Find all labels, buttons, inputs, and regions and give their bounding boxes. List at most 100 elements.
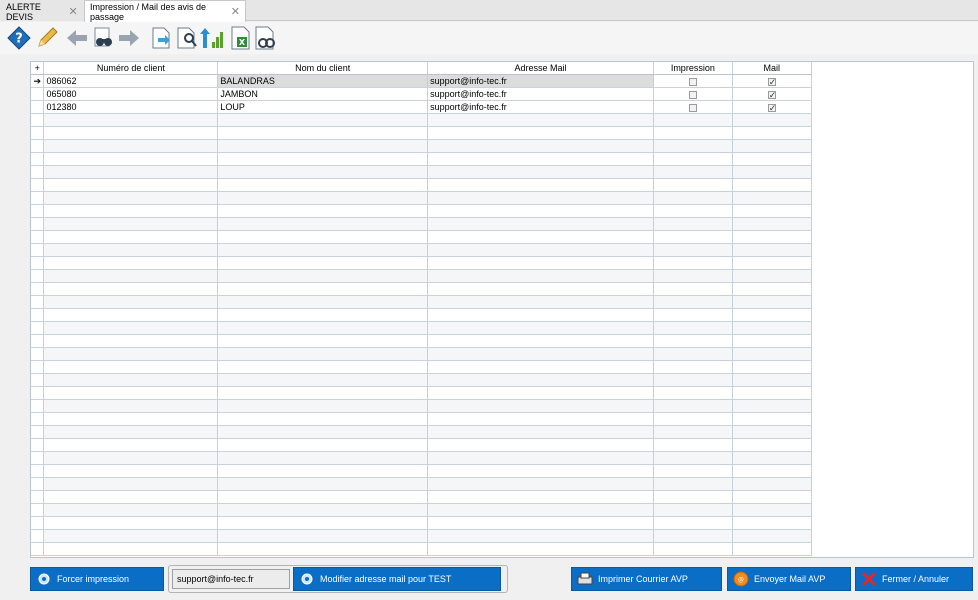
table-row[interactable]: 065080 JAMBON support@info-tec.fr (31, 87, 973, 101)
empty-cell (811, 386, 973, 400)
send-mail-label: Envoyer Mail AVP (754, 574, 826, 584)
force-print-label: Forcer impression (57, 574, 130, 584)
table-row[interactable]: ➔ 086062 BALANDRAS support@info-tec.fr (31, 74, 973, 88)
search-doc-icon[interactable] (174, 25, 200, 51)
empty-cell (653, 451, 733, 465)
red-cross-icon (860, 570, 878, 588)
impression-checkbox[interactable] (688, 90, 697, 99)
sort-icon[interactable] (198, 25, 224, 51)
empty-cell (732, 529, 812, 543)
cell-nom[interactable]: LOUP (217, 100, 429, 114)
empty-cell (811, 529, 973, 543)
table-row[interactable]: 012380 LOUP support@info-tec.fr (31, 100, 973, 114)
impression-checkbox[interactable] (688, 103, 697, 112)
export-doc-icon[interactable] (148, 25, 174, 51)
empty-cell (31, 269, 45, 283)
cell-mail[interactable]: support@info-tec.fr (427, 74, 654, 88)
grid-blank-area (811, 101, 973, 114)
empty-cell (427, 152, 654, 166)
close-icon[interactable]: ✕ (231, 5, 240, 18)
cell-numero[interactable]: 086062 (43, 74, 219, 88)
cell-impression[interactable] (653, 100, 733, 114)
empty-cell (653, 425, 733, 439)
empty-cell (43, 334, 219, 348)
empty-cell (427, 438, 654, 452)
empty-row (31, 165, 973, 179)
empty-cell (811, 204, 973, 218)
cell-mail-check[interactable] (732, 100, 812, 114)
tab-alerte-devis[interactable]: ALERTE DEVIS ✕ (0, 1, 84, 22)
cell-mail-check[interactable] (732, 87, 812, 101)
cell-mail[interactable]: support@info-tec.fr (427, 100, 654, 114)
empty-cell (427, 425, 654, 439)
empty-cell (732, 386, 812, 400)
column-header-numero[interactable]: Numéro de client (43, 62, 219, 75)
cell-numero[interactable]: 012380 (43, 100, 219, 114)
empty-cell (43, 386, 219, 400)
column-header-mail[interactable]: Mail (732, 62, 812, 75)
empty-cell (653, 360, 733, 374)
empty-cell (217, 230, 429, 244)
link-doc-icon[interactable] (252, 25, 278, 51)
empty-cell (43, 178, 219, 192)
impression-checkbox[interactable] (688, 77, 697, 86)
arrow-left-icon[interactable] (64, 25, 90, 51)
force-print-button[interactable]: Forcer impression (30, 567, 164, 591)
current-row-arrow-icon: ➔ (31, 74, 45, 88)
cell-numero[interactable]: 065080 (43, 87, 219, 101)
empty-cell (43, 321, 219, 335)
empty-cell (217, 503, 429, 517)
column-header-adresse-mail[interactable]: Adresse Mail (427, 62, 654, 75)
empty-row (31, 295, 973, 309)
mail-checkbox[interactable] (767, 89, 776, 100)
modify-test-mail-button[interactable]: Modifier adresse mail pour TEST (293, 567, 501, 591)
empty-cell (31, 243, 45, 257)
empty-cell (217, 399, 429, 413)
empty-cell (217, 334, 429, 348)
empty-cell (732, 282, 812, 296)
cell-nom[interactable]: BALANDRAS (217, 74, 429, 88)
arrow-right-icon[interactable] (116, 25, 142, 51)
empty-cell (43, 217, 219, 231)
cell-nom[interactable]: JAMBON (217, 87, 429, 101)
tab-impression-mail[interactable]: Impression / Mail des avis de passage ✕ (84, 0, 246, 22)
empty-cell (427, 191, 654, 205)
cell-impression[interactable] (653, 87, 733, 101)
column-header-impression[interactable]: Impression (653, 62, 733, 75)
empty-cell (31, 334, 45, 348)
cell-impression[interactable] (653, 74, 733, 88)
svg-text:@: @ (738, 577, 744, 584)
close-cancel-button[interactable]: Fermer / Annuler (855, 567, 973, 591)
cell-mail[interactable]: support@info-tec.fr (427, 87, 654, 101)
test-mail-field[interactable]: support@info-tec.fr (172, 569, 290, 589)
empty-cell (732, 126, 812, 140)
empty-cell (427, 373, 654, 387)
empty-row (31, 516, 973, 530)
empty-cell (811, 438, 973, 452)
edit-pencil-icon[interactable] (34, 25, 60, 51)
empty-row (31, 204, 973, 218)
column-header-nom[interactable]: Nom du client (217, 62, 429, 75)
empty-cell (811, 269, 973, 283)
cell-mail-check[interactable] (732, 74, 812, 88)
empty-cell (732, 477, 812, 491)
empty-row (31, 386, 973, 400)
send-mail-button[interactable]: @ Envoyer Mail AVP (727, 567, 851, 591)
binoculars-icon[interactable] (90, 25, 116, 51)
mail-checkbox[interactable] (767, 76, 776, 87)
print-letter-button[interactable]: Imprimer Courrier AVP (571, 567, 722, 591)
add-row-icon[interactable]: + (31, 62, 45, 75)
empty-cell (43, 165, 219, 179)
empty-cell (732, 503, 812, 517)
excel-export-icon[interactable]: X (228, 25, 254, 51)
clients-grid[interactable]: + Numéro de client Nom du client Adresse… (30, 61, 974, 558)
empty-cell (732, 308, 812, 322)
empty-cell (31, 178, 45, 192)
empty-cell (217, 516, 429, 530)
close-icon[interactable]: ✕ (68, 5, 78, 18)
empty-cell (43, 126, 219, 140)
empty-cell (217, 165, 429, 179)
help-icon[interactable]: ? (6, 25, 32, 51)
mail-checkbox[interactable] (767, 102, 776, 113)
empty-cell (653, 243, 733, 257)
